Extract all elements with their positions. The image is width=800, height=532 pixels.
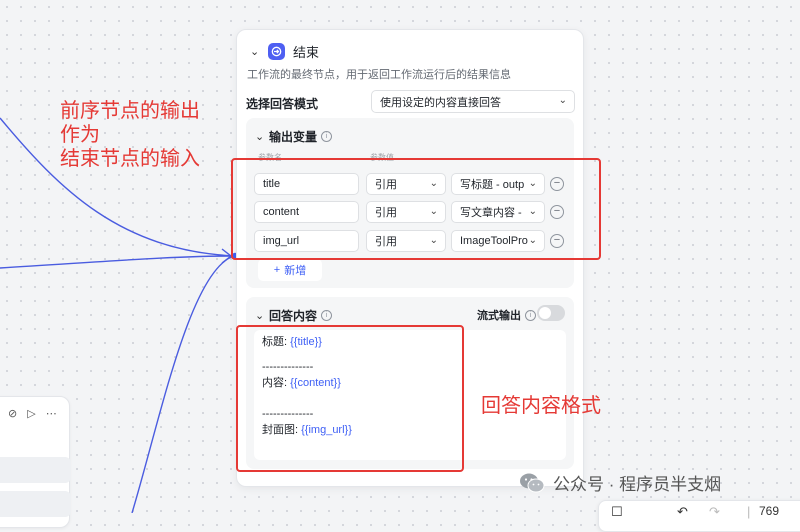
node-title: 结束 [293, 44, 320, 60]
redo-icon[interactable]: ↷ [709, 504, 720, 520]
watermark-text: 公众号 · 程序员半支烟 [553, 475, 722, 494]
section-header[interactable]: ⌄ 输出变量 i [255, 128, 333, 145]
previous-node-card[interactable]: ⊘ ▷ ⋯ [0, 396, 71, 528]
answer-mode-select[interactable]: 使用设定的内容直接回答 ⌄ [371, 90, 575, 113]
answer-mode-label: 选择回答模式 [246, 97, 319, 111]
highlight-output-variables [231, 158, 601, 260]
annotation-answer-format: 回答内容格式 [481, 393, 601, 417]
highlight-answer-content [236, 325, 464, 472]
more-icon[interactable]: ⋯ [46, 407, 57, 420]
annotation-line: 前序节点的输出 [60, 98, 200, 122]
undo-icon[interactable]: ↶ [677, 504, 688, 520]
chevron-down-icon[interactable]: ⌄ [255, 130, 269, 143]
skip-icon[interactable]: ⊘ [8, 407, 17, 420]
annotation-input-explanation: 前序节点的输出 作为 结束节点的输入 [60, 98, 200, 170]
watermark: 公众号 · 程序员半支烟 [519, 470, 721, 495]
section-title: 回答内容 [269, 309, 318, 323]
section-title: 输出变量 [269, 130, 318, 144]
plus-icon: + [273, 264, 281, 276]
node-field-bar[interactable] [0, 491, 71, 517]
answer-mode-value: 使用设定的内容直接回答 [380, 96, 501, 109]
stream-output-toggle[interactable] [537, 305, 565, 321]
toolbar-divider: | [747, 504, 751, 519]
add-variable-button[interactable]: + 新增 [258, 259, 322, 281]
stream-output-text: 流式输出 [477, 310, 521, 322]
zoom-level[interactable]: 769 [759, 504, 779, 518]
canvas-toolbar: ☐ ↶ ↷ | 769 [598, 500, 800, 532]
annotation-line: 结束节点的输入 [60, 146, 200, 170]
wechat-icon [519, 472, 545, 494]
end-node-icon [268, 42, 285, 60]
wire-middle [0, 255, 235, 269]
chevron-down-icon: ⌄ [558, 95, 567, 106]
chevron-down-icon[interactable]: ⌄ [250, 45, 264, 58]
section-header[interactable]: ⌄ 回答内容 i [255, 307, 333, 324]
annotation-line: 作为 [60, 122, 100, 146]
node-header: ⌄ 结束 [250, 41, 319, 61]
frame-icon[interactable]: ☐ [611, 504, 623, 520]
chevron-down-icon[interactable]: ⌄ [255, 309, 269, 322]
wire-bottom [131, 255, 235, 513]
info-icon[interactable]: i [321, 310, 333, 321]
add-variable-label: 新增 [284, 265, 307, 277]
info-icon[interactable]: i [525, 309, 536, 321]
node-field-bar[interactable] [0, 457, 71, 483]
play-icon[interactable]: ▷ [27, 407, 35, 420]
node-tools: ⊘ ▷ ⋯ [8, 407, 57, 420]
info-icon[interactable]: i [321, 131, 333, 142]
node-description: 工作流的最终节点，用于返回工作流运行后的结果信息 [247, 69, 511, 81]
stream-output-label: 流式输出 i [477, 307, 536, 323]
